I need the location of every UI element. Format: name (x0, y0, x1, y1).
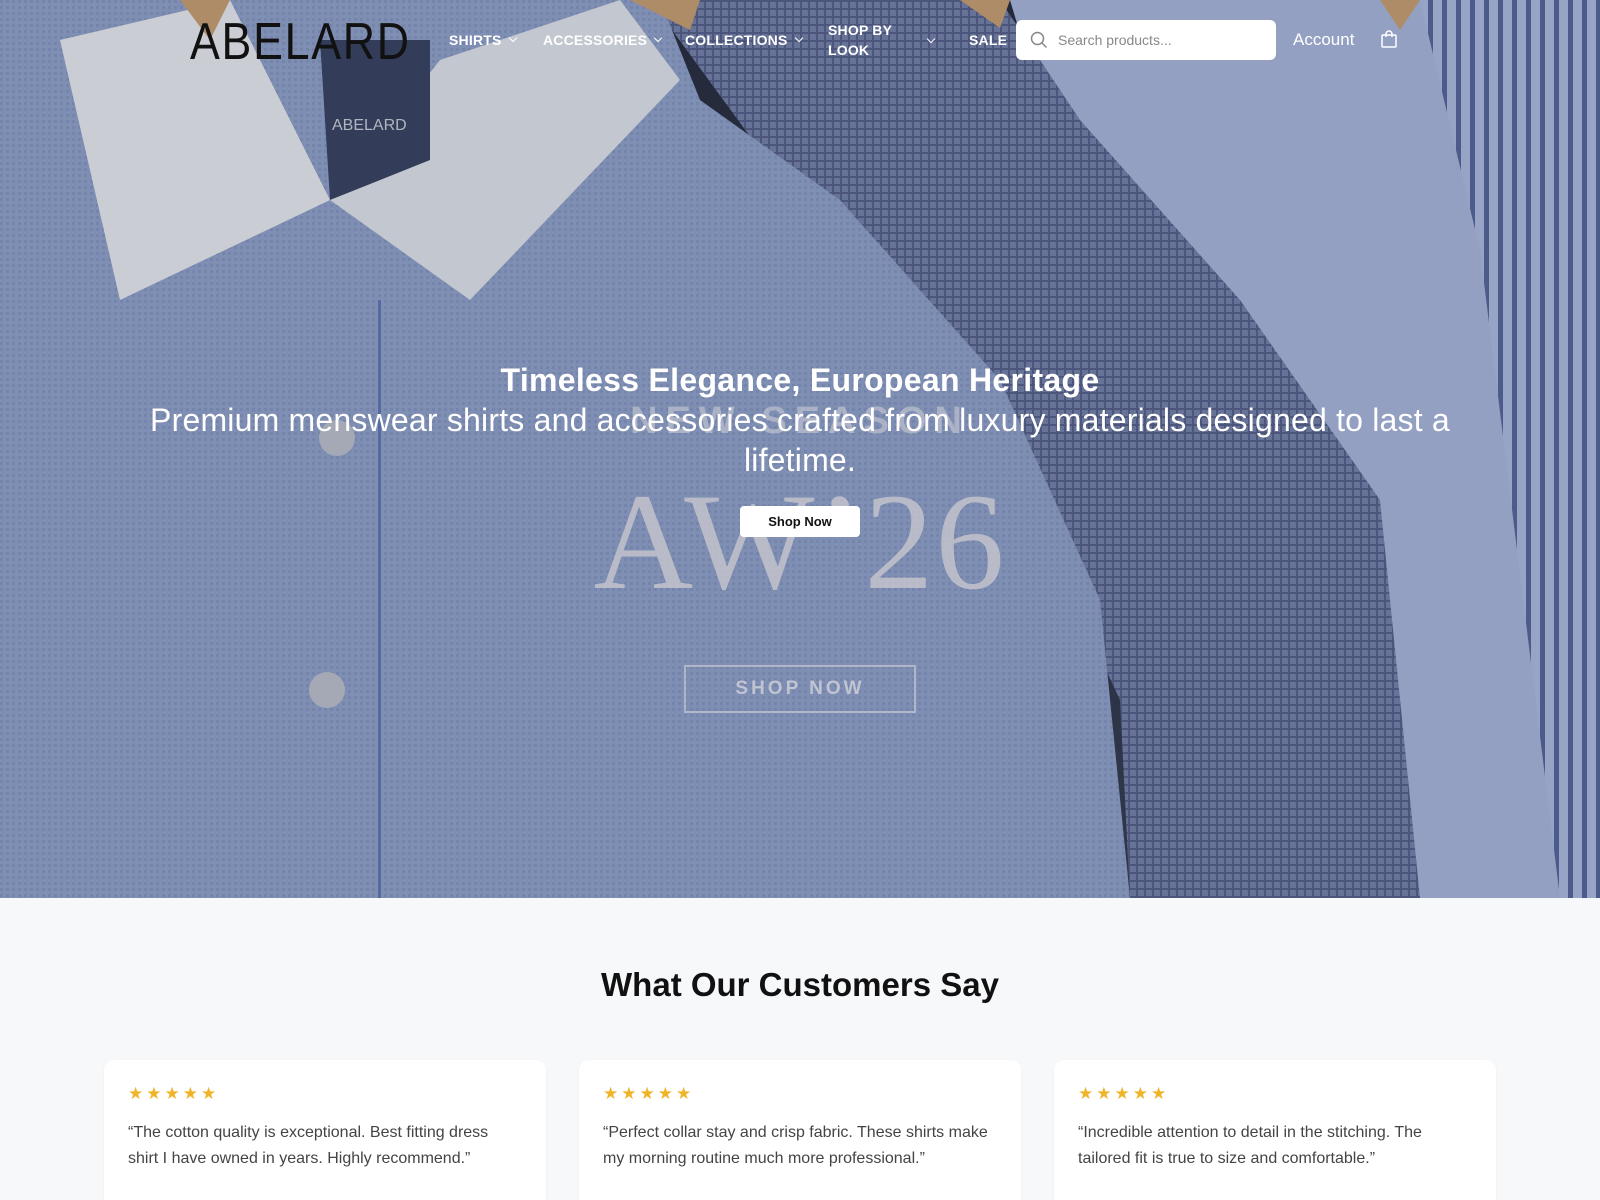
account-link[interactable]: Account (1293, 30, 1354, 50)
hero-section: ABELARD NEW SEASON AW’26 SHOP NOW Timele… (0, 0, 1600, 898)
search-icon (1030, 31, 1048, 49)
nav-item-shirts[interactable]: SHIRTS (449, 32, 517, 48)
nav-item-label: ACCESSORIES (543, 32, 648, 48)
chevron-down-icon (508, 33, 517, 43)
site-header: ABELARD SHIRTS ACCESSORIES COLLECTIONS S… (0, 0, 1600, 80)
hero-ghost-collection: AW’26 (593, 465, 1007, 618)
nav-item-collections[interactable]: COLLECTIONS (685, 32, 803, 48)
chevron-down-icon (794, 33, 803, 43)
star-rating: ★★★★★ (1078, 1084, 1170, 1103)
hero-subtitle: Premium menswear shirts and accessories … (150, 402, 1450, 478)
chevron-down-icon (653, 33, 663, 43)
testimonials-heading: What Our Customers Say (601, 966, 999, 1003)
search-box[interactable] (1016, 20, 1276, 60)
chevron-down-icon (926, 34, 936, 44)
review-quote: “Incredible attention to detail in the s… (1078, 1124, 1422, 1167)
hero-title: Timeless Elegance, European Heritage (500, 362, 1100, 398)
nav-item-label: SHIRTS (449, 32, 502, 48)
nav-item-accessories[interactable]: ACCESSORIES (543, 32, 663, 48)
review-quote: “Perfect collar stay and crisp fabric. T… (603, 1124, 988, 1167)
nav-item-label: COLLECTIONS (685, 32, 788, 48)
nav-item-label: SALE (969, 32, 1008, 48)
bag-icon[interactable] (1381, 30, 1397, 48)
search-input[interactable] (1058, 32, 1258, 48)
brand-logo[interactable]: ABELARD (190, 12, 411, 72)
review-card: ★★★★★ “The cotton quality is exceptional… (104, 1060, 546, 1200)
hero-ghost-cta: SHOP NOW (684, 665, 916, 713)
nav-item-shop-by-look[interactable]: SHOP BY LOOK (828, 20, 938, 60)
review-quote: “The cotton quality is exceptional. Best… (128, 1124, 489, 1167)
review-card: ★★★★★ “Incredible attention to detail in… (1054, 1060, 1496, 1200)
review-card: ★★★★★ “Perfect collar stay and crisp fab… (579, 1060, 1021, 1200)
nav-item-sale[interactable]: SALE (969, 32, 1007, 48)
star-rating: ★★★★★ (603, 1084, 695, 1103)
nav-item-label: SHOP BY LOOK (828, 22, 892, 58)
shop-now-button[interactable]: Shop Now (740, 506, 860, 537)
star-rating: ★★★★★ (128, 1084, 220, 1103)
